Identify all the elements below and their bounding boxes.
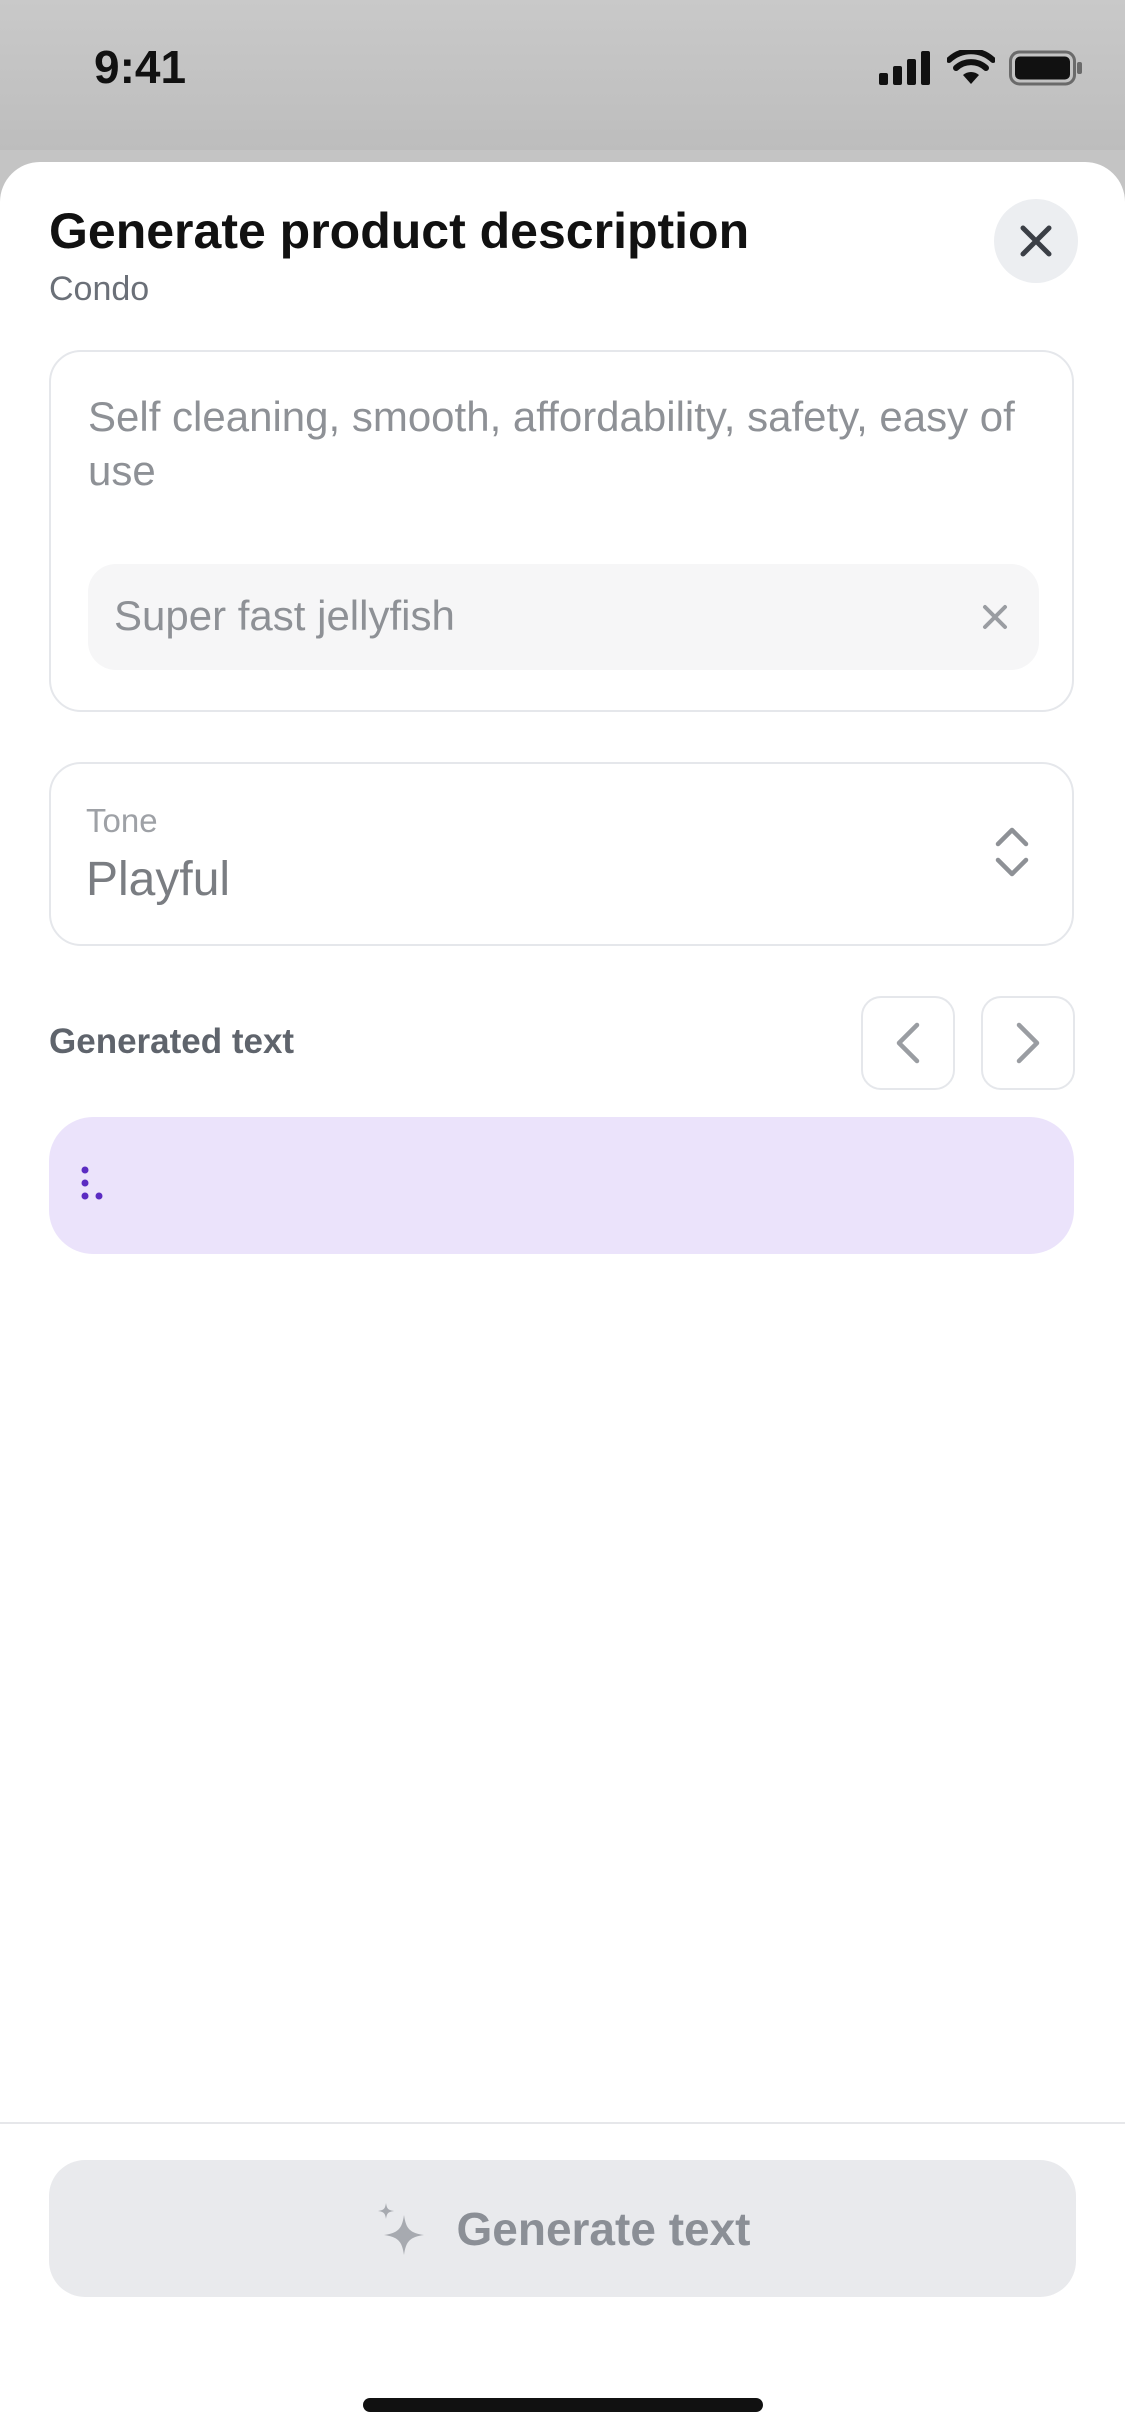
status-icons (879, 50, 1083, 86)
chevron-up-down-icon (995, 827, 1029, 877)
battery-icon (1009, 50, 1082, 86)
status-bar: 9:41 (0, 0, 1125, 150)
bottom-sheet: Generate product description Condo Self … (0, 162, 1125, 2436)
chevron-right-icon (1016, 1022, 1040, 1064)
tone-select[interactable]: Tone Playful (49, 762, 1074, 946)
tone-label: Tone (86, 802, 158, 839)
footer-divider (0, 2122, 1125, 2124)
close-button[interactable] (994, 199, 1078, 283)
chevron-left-icon (896, 1022, 920, 1064)
cellular-signal-icon (879, 51, 930, 85)
generate-text-label: Generate text (456, 2202, 751, 2255)
product-name-field[interactable]: Super fast jellyfish (88, 564, 1039, 670)
product-name-value: Super fast jellyfish (114, 592, 455, 639)
keywords-textarea[interactable]: Self cleaning, smooth, affordability, sa… (88, 390, 1048, 498)
sparkles-icon (378, 2202, 425, 2255)
loading-dots-icon (81, 1166, 103, 1200)
generated-text-label: Generated text (49, 1022, 295, 1061)
generate-text-button[interactable]: Generate text (49, 2160, 1076, 2297)
generated-text-box (49, 1117, 1074, 1254)
clear-icon[interactable] (975, 597, 1015, 637)
sheet-subtitle: Condo (49, 270, 150, 308)
tone-value: Playful (86, 853, 231, 906)
sheet-title: Generate product description (49, 203, 750, 259)
close-icon (1020, 225, 1052, 257)
home-indicator (363, 2398, 763, 2412)
next-button[interactable] (981, 996, 1075, 1090)
status-time: 9:41 (94, 41, 187, 93)
wifi-icon (947, 50, 995, 84)
previous-button[interactable] (861, 996, 955, 1090)
keywords-card: Self cleaning, smooth, affordability, sa… (49, 350, 1074, 712)
